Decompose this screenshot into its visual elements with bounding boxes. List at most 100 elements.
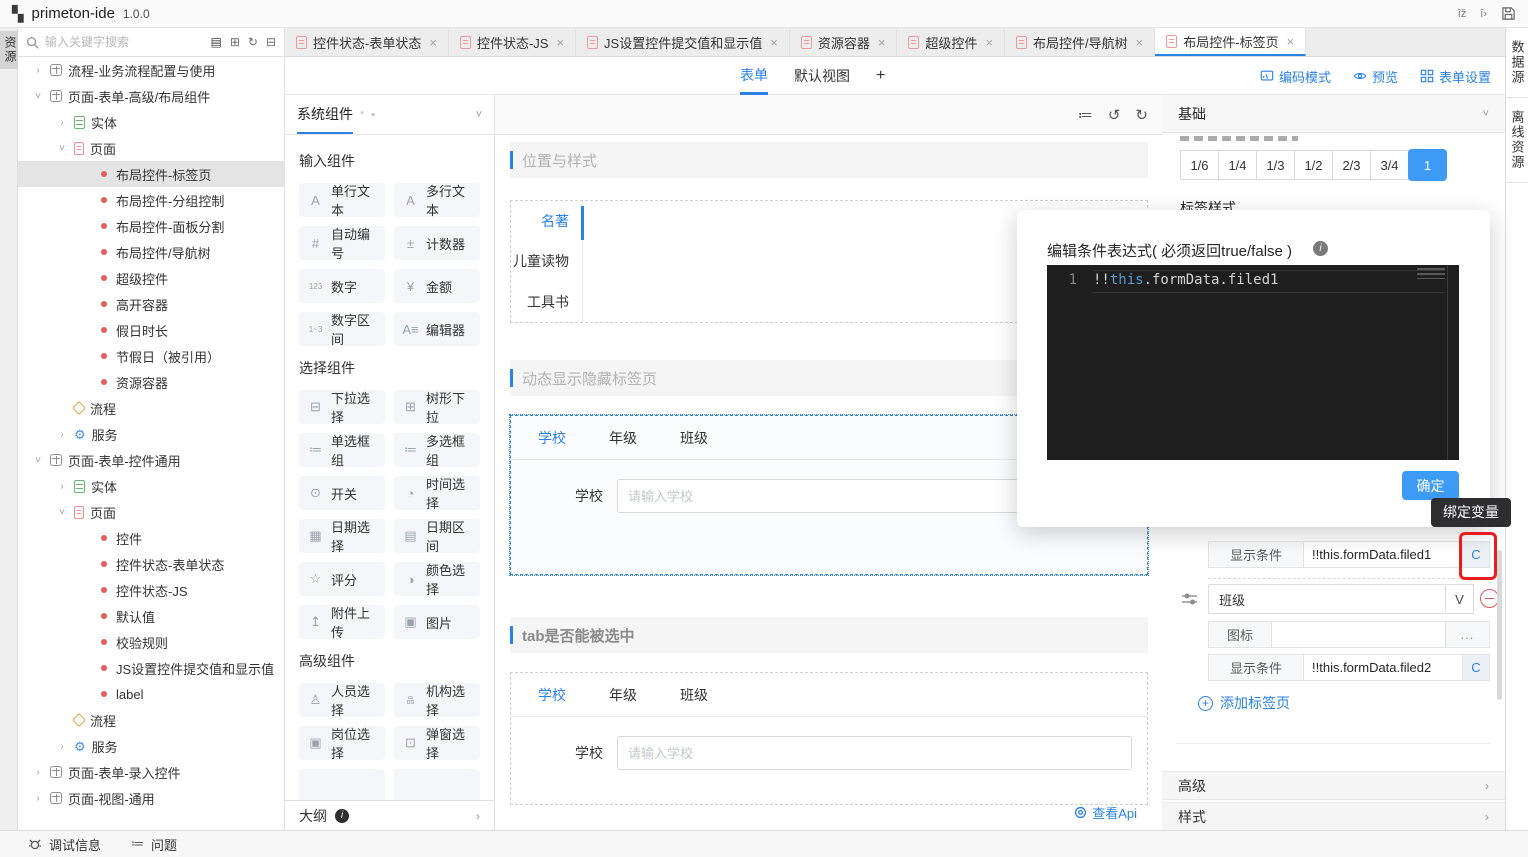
preview-button[interactable]: 预览 [1353, 67, 1398, 86]
width-option[interactable]: 3/4 [1370, 150, 1409, 180]
scrollbar[interactable] [1497, 550, 1502, 700]
close-icon[interactable]: × [878, 35, 886, 50]
close-icon[interactable]: × [1136, 35, 1144, 50]
section-advanced[interactable]: 高级 › [1162, 771, 1505, 800]
tab-name-input[interactable] [1208, 584, 1446, 614]
canvas-tab[interactable]: 年级 [609, 428, 637, 448]
palette-item[interactable]: 1~3数字区间 [299, 312, 385, 346]
refresh-icon[interactable]: ↻ [248, 35, 258, 49]
palette-item[interactable]: ≔多选框组 [394, 433, 480, 467]
outline-structure-icon[interactable]: ≔ [1078, 106, 1093, 124]
close-icon[interactable]: × [770, 35, 778, 50]
school-input[interactable] [617, 736, 1132, 770]
width-option[interactable]: 1/3 [1256, 150, 1295, 180]
palette-item[interactable] [299, 769, 385, 800]
canvas-tab[interactable]: 班级 [680, 685, 708, 705]
document-tab[interactable]: 超级控件× [897, 28, 1005, 56]
section-style[interactable]: 样式 › [1162, 802, 1505, 830]
width-option[interactable]: 1/6 [1180, 150, 1219, 180]
code-mode-button[interactable]: 编码模式 [1260, 67, 1331, 86]
tree-item[interactable]: ›实体 [18, 473, 284, 499]
document-tab[interactable]: 控件状态-JS× [449, 28, 576, 56]
caret-closed-icon[interactable]: › [56, 741, 68, 752]
palette-item[interactable]: ↥附件上传 [299, 605, 385, 639]
window-glyph-icon[interactable]: îž [1458, 8, 1467, 20]
document-tab[interactable]: 布局控件/导航树× [1005, 28, 1155, 56]
tree-item[interactable]: label [18, 681, 284, 707]
more-button[interactable]: ... [1446, 621, 1490, 648]
caret-open-icon[interactable]: ˅ [32, 91, 44, 102]
palette-item[interactable]: A多行文本 [394, 183, 480, 217]
palette-item[interactable]: ⊡弹窗选择 [394, 726, 480, 760]
tree-item[interactable]: 假日时长 [18, 317, 284, 343]
window-glyph-icon[interactable]: î› [1480, 8, 1487, 20]
document-tab[interactable]: 控件状态-表单状态× [285, 28, 449, 56]
document-tab[interactable]: 资源容器× [790, 28, 898, 56]
tree-item[interactable]: 布局控件-面板分割 [18, 213, 284, 239]
palette-item[interactable]: ⊟下拉选择 [299, 390, 385, 424]
caret-closed-icon[interactable]: › [32, 767, 44, 778]
tree-item[interactable]: 节假日（被引用） [18, 343, 284, 369]
save-icon[interactable] [1501, 6, 1516, 21]
debug-info-button[interactable]: 调试信息 [28, 835, 101, 854]
rail-tab-datasource[interactable]: 数据源 [1506, 28, 1528, 98]
confirm-button[interactable]: 确定 [1402, 471, 1459, 500]
section-position-style[interactable]: 位置与样式 [510, 142, 1148, 178]
canvas-tab[interactable]: 学校 [538, 685, 566, 705]
tree-item[interactable]: ˅页面 [18, 135, 284, 161]
tree-item[interactable]: 资源容器 [18, 369, 284, 395]
section-tab-selectable[interactable]: tab是否能被选中 [510, 617, 1148, 653]
tree-item[interactable]: 控件 [18, 525, 284, 551]
tab-system-components[interactable]: 系统组件 [297, 95, 353, 134]
tree-item[interactable]: 超级控件 [18, 265, 284, 291]
tree-item[interactable]: 控件状态-表单状态 [18, 551, 284, 577]
palette-item[interactable]: ◑颜色选择 [394, 562, 480, 596]
add-view-button[interactable]: + [876, 57, 885, 95]
variable-button[interactable]: V [1446, 584, 1474, 614]
view-api-link[interactable]: 查看Api [1074, 803, 1137, 822]
palette-item[interactable]: ▤日期区间 [394, 519, 480, 553]
palette-item[interactable]: ▦日期选择 [299, 519, 385, 553]
tree-item[interactable]: ›流程-业务流程配置与使用 [18, 57, 284, 83]
canvas-tab[interactable]: 年级 [609, 685, 637, 705]
vertical-tab[interactable]: 儿童读物 [511, 241, 582, 281]
palette-item[interactable]: ≔单选框组 [299, 433, 385, 467]
tree-item[interactable]: ˅页面 [18, 499, 284, 525]
view-tab[interactable]: 默认视图 [794, 57, 850, 95]
document-tab[interactable]: JS设置控件提交值和显示值× [576, 28, 790, 56]
view-tab[interactable]: 表单 [740, 57, 768, 95]
document-tab[interactable]: 布局控件-标签页× [1155, 28, 1306, 56]
caret-closed-icon[interactable]: › [32, 793, 44, 804]
search-input[interactable] [45, 35, 204, 49]
outline-bar[interactable]: 大纲 i › [285, 800, 494, 830]
palette-item[interactable]: 123数字 [299, 269, 385, 303]
width-option[interactable]: 1/4 [1218, 150, 1257, 180]
close-icon[interactable]: × [556, 35, 564, 50]
new-folder-icon[interactable]: ⊞ [230, 35, 240, 49]
palette-item[interactable]: ▣岗位选择 [299, 726, 385, 760]
tree-item[interactable]: ›页面-视图-通用 [18, 785, 284, 811]
tree-item[interactable]: 控件状态-JS [18, 577, 284, 603]
width-option[interactable]: 1 [1408, 149, 1447, 181]
tree-item[interactable]: ›⚙服务 [18, 421, 284, 447]
caret-closed-icon[interactable]: › [56, 429, 68, 440]
code-editor[interactable]: 1 !!this.formData.filed1 [1047, 265, 1459, 460]
redo-icon[interactable]: ↻ [1135, 106, 1148, 124]
close-icon[interactable]: × [429, 35, 437, 50]
palette-item[interactable]: ♙人员选择 [299, 683, 385, 717]
info-icon[interactable]: i [1313, 241, 1328, 256]
tabs-widget[interactable]: 学校年级班级 学校 [510, 672, 1148, 805]
close-icon[interactable]: × [1287, 34, 1295, 49]
section-basic[interactable]: 基础 ˅ [1162, 95, 1505, 133]
tree-item[interactable]: ˅页面-表单-高级/布局组件 [18, 83, 284, 109]
tree-item[interactable]: 默认值 [18, 603, 284, 629]
tree-item[interactable]: 布局控件-分组控制 [18, 187, 284, 213]
vertical-tab[interactable]: 名著 [511, 201, 582, 241]
palette-item[interactable]: A单行文本 [299, 183, 385, 217]
palette-item[interactable]: ⊙开关 [299, 476, 385, 510]
palette-item[interactable]: ±计数器 [394, 226, 480, 260]
add-tab-link[interactable]: 添加标签页 [1198, 693, 1290, 713]
chevron-right-icon[interactable]: › [476, 809, 480, 823]
tree-item[interactable]: ›页面-表单-录入控件 [18, 759, 284, 785]
tree-item[interactable]: ˅页面-表单-控件通用 [18, 447, 284, 473]
